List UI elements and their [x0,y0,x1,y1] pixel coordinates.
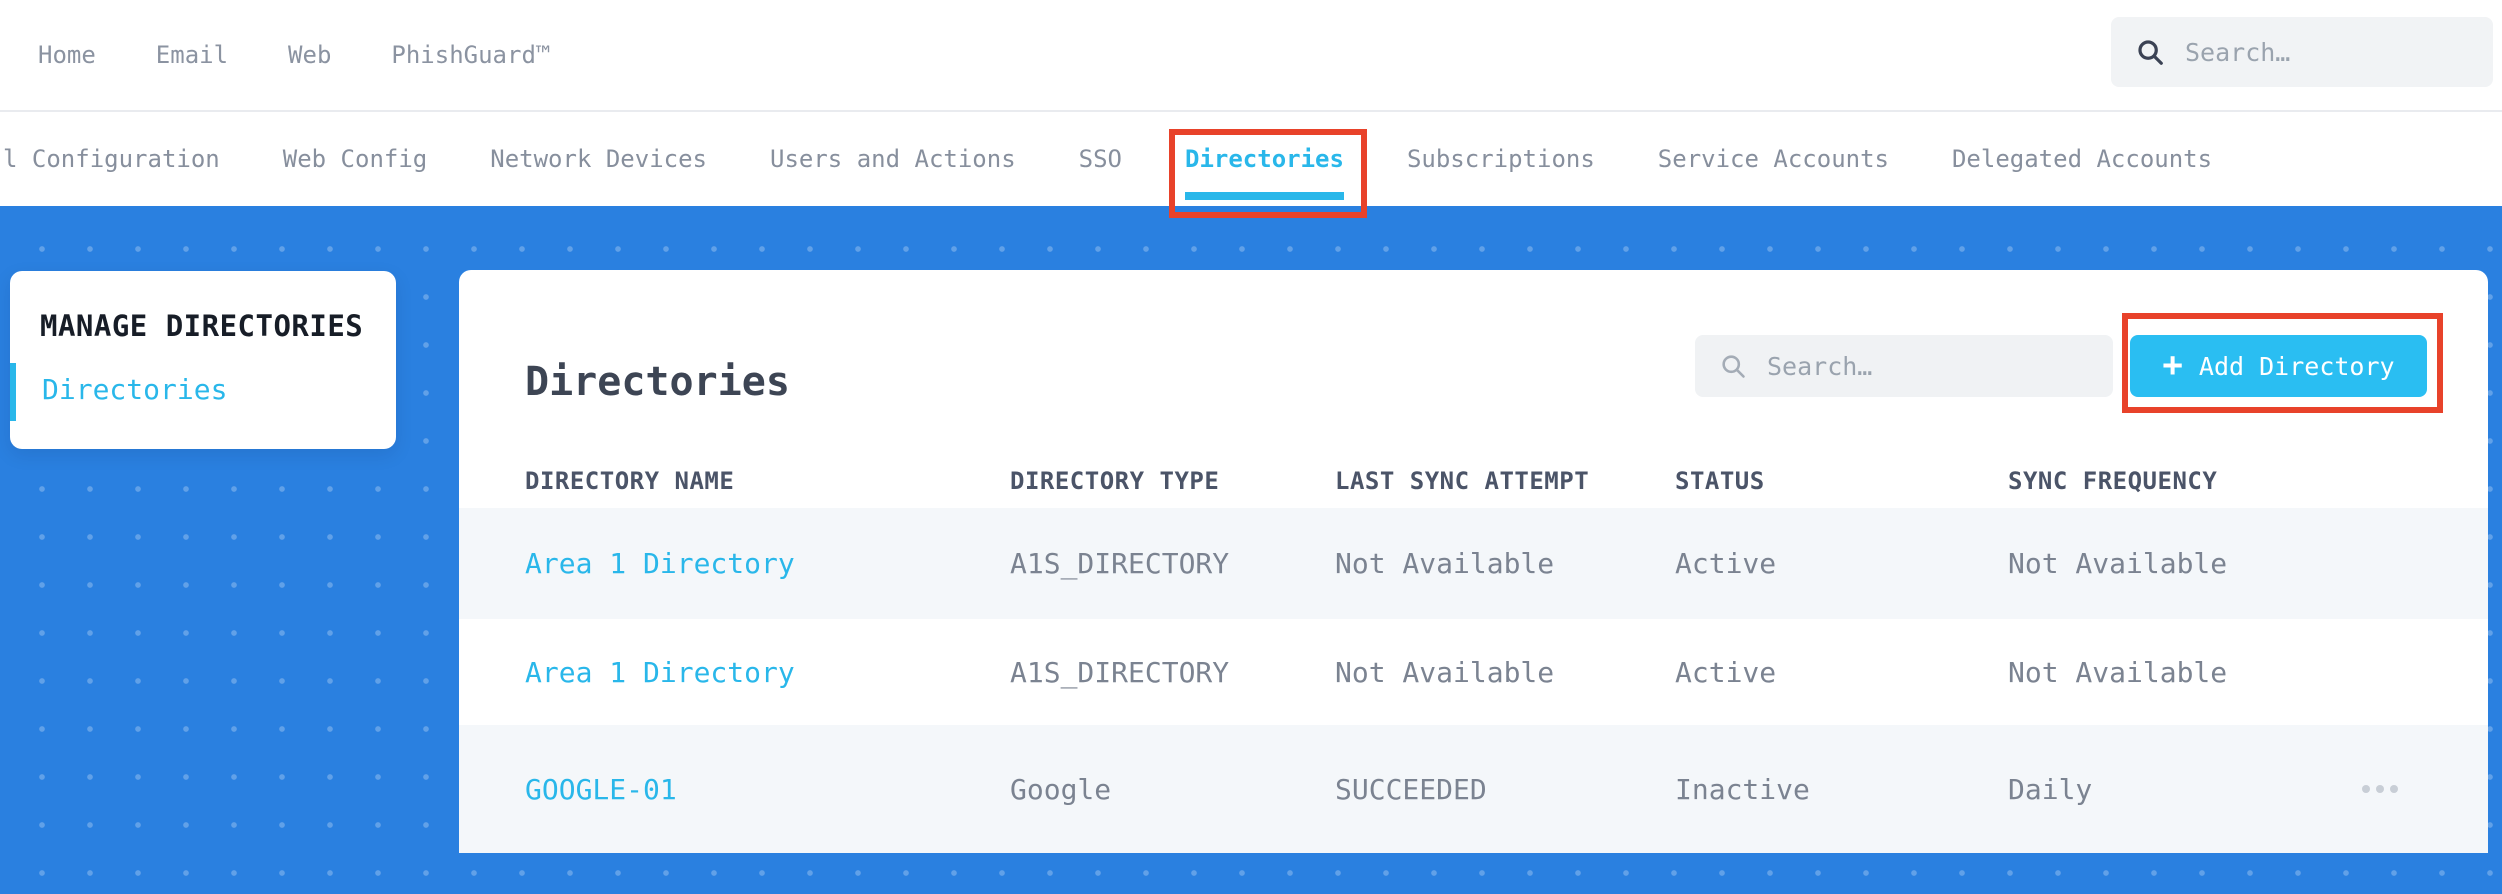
topnav-item-email[interactable]: Email [156,41,228,69]
directory-name-link[interactable]: GOOGLE-01 [525,773,1010,806]
directory-name-link[interactable]: Area 1 Directory [525,656,1010,689]
directory-name-link[interactable]: Area 1 Directory [525,547,1010,580]
directories-panel: Directories + Add Directory DIRECTORY NA… [459,270,2488,853]
top-nav: Home Email Web PhishGuard™ [38,0,550,110]
sync-frequency-cell: Not Available [2008,655,2228,689]
add-directory-button[interactable]: + Add Directory [2130,335,2427,397]
table-row: GOOGLE-01 Google SUCCEEDED Inactive Dail… [459,725,2488,853]
column-sync-frequency: SYNC FREQUENCY [2008,466,2218,495]
table-row: Area 1 Directory A1S_DIRECTORY Not Avail… [459,619,2488,725]
sync-frequency-cell: Not Available [2008,547,2228,580]
column-directory-name: DIRECTORY NAME [525,466,735,495]
top-bar: Home Email Web PhishGuard™ [0,0,2502,112]
table-header-row: DIRECTORY NAME DIRECTORY TYPE LAST SYNC … [459,453,2488,508]
side-card-title: MANAGE DIRECTORIES [40,309,364,343]
tab-users-and-actions[interactable]: Users and Actions [770,145,1016,173]
tab-delegated-accounts[interactable]: Delegated Accounts [1952,145,2212,173]
tab-email-configuration[interactable]: l Configuration [3,145,220,173]
status-cell: Inactive [1675,772,1810,806]
directories-search-input[interactable] [1765,350,2113,382]
directories-table: DIRECTORY NAME DIRECTORY TYPE LAST SYNC … [459,453,2488,853]
tab-directories[interactable]: Directories [1185,145,1344,200]
topnav-item-home[interactable]: Home [38,41,96,69]
content-canvas: MANAGE DIRECTORIES Directories Directori… [0,206,2502,894]
last-sync-cell: SUCCEEDED [1335,772,1487,806]
page: Home Email Web PhishGuard™ l Configurati… [0,0,2502,894]
column-directory-type: DIRECTORY TYPE [1010,466,1220,495]
search-icon [2138,40,2163,65]
topnav-item-phishguard[interactable]: PhishGuard™ [391,41,550,69]
add-directory-label: Add Directory [2198,351,2395,381]
tab-network-devices[interactable]: Network Devices [490,145,707,173]
sidebar-item-directories[interactable]: Directories [10,373,396,406]
tab-web-config[interactable]: Web Config [283,145,428,173]
tab-service-accounts[interactable]: Service Accounts [1658,145,1889,173]
last-sync-cell: Not Available [1335,547,1555,580]
status-cell: Active [1675,547,1777,580]
directory-type-cell: A1S_DIRECTORY [1010,655,1230,689]
active-item-indicator [10,363,16,421]
tab-subscriptions[interactable]: Subscriptions [1407,145,1595,173]
status-cell: Active [1675,655,1777,689]
directories-search[interactable] [1695,335,2113,397]
global-search[interactable] [2111,17,2493,87]
ellipsis-icon[interactable] [2360,779,2400,799]
column-status: STATUS [1675,466,1765,495]
global-search-input[interactable] [2183,36,2493,68]
search-icon [1722,355,1745,378]
column-last-sync-attempt: LAST SYNC ATTEMPT [1335,466,1590,495]
section-tab-bar: l Configuration Web Config Network Devic… [0,112,2502,206]
plus-icon: + [2162,344,2183,385]
page-title: Directories [525,358,790,405]
directory-type-cell: A1S_DIRECTORY [1010,547,1230,580]
topnav-item-web[interactable]: Web [288,41,331,69]
manage-directories-card: MANAGE DIRECTORIES Directories [10,271,396,449]
last-sync-cell: Not Available [1335,655,1555,689]
directory-type-cell: Google [1010,772,1112,806]
sync-frequency-cell: Daily [2008,772,2093,806]
table-row: Area 1 Directory A1S_DIRECTORY Not Avail… [459,508,2488,619]
tab-sso[interactable]: SSO [1079,145,1122,173]
